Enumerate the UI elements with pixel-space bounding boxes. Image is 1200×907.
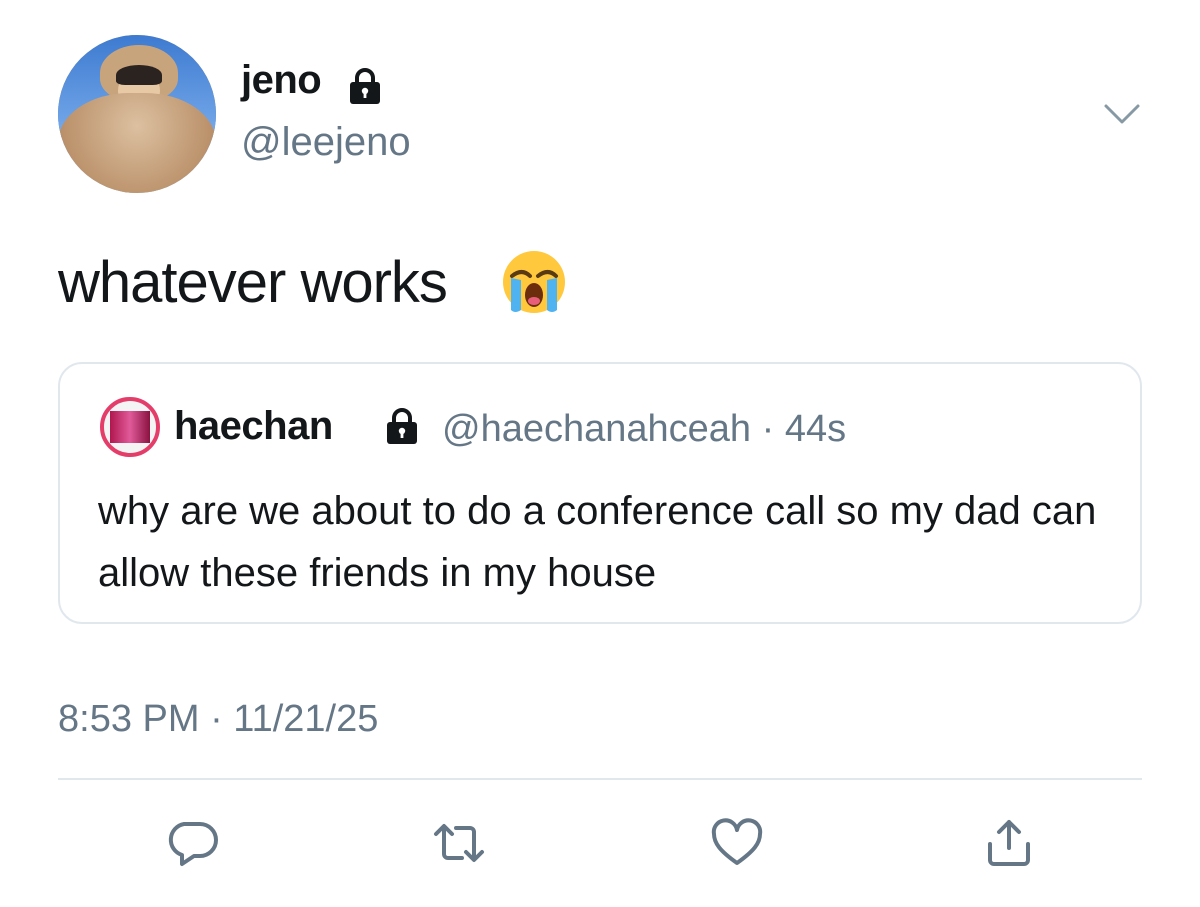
retweet-button[interactable]: [430, 818, 488, 868]
tweet-detail: jeno @leejeno whatever works haechan @ha…: [0, 0, 1200, 907]
heart-icon: [711, 818, 763, 865]
quoted-handle-and-time: @haechanahceah · 44s: [442, 408, 847, 450]
share-button[interactable]: [980, 818, 1038, 868]
quoted-author-avatar[interactable]: [100, 397, 160, 457]
quoted-tweet-card[interactable]: haechan @haechanahceah · 44s why are we …: [58, 362, 1142, 624]
author-avatar[interactable]: [58, 35, 216, 193]
reply-icon: [168, 822, 218, 866]
quoted-display-name: haechan: [174, 404, 333, 448]
tweet-text: whatever works: [58, 250, 448, 315]
author-handle[interactable]: @leejeno: [241, 122, 411, 162]
author-display-name[interactable]: jeno: [241, 60, 322, 100]
lock-icon: [387, 408, 417, 444]
reply-button[interactable]: [164, 818, 222, 868]
chevron-down-icon[interactable]: [1102, 100, 1142, 128]
tweet-timestamp[interactable]: 8:53 PM · 11/21/25: [58, 700, 378, 738]
like-button[interactable]: [708, 818, 766, 868]
share-icon: [988, 820, 1030, 866]
retweet-icon: [434, 824, 484, 862]
lock-icon: [350, 68, 380, 104]
loudly-crying-face-icon: [503, 251, 565, 313]
divider: [58, 778, 1142, 780]
quoted-tweet-text: why are we about to do a conference call…: [98, 489, 1097, 595]
